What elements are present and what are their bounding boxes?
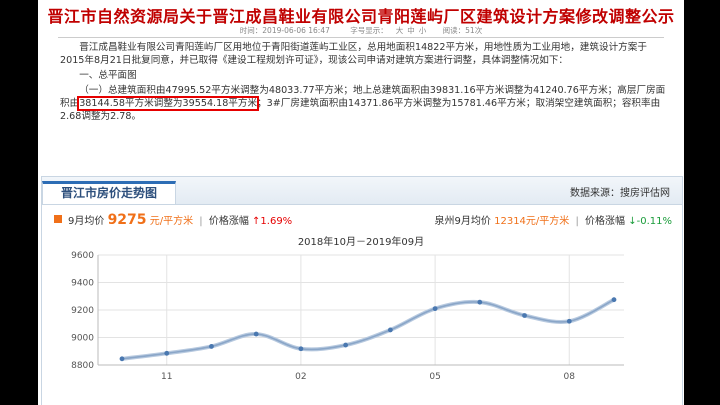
- data-point: [298, 346, 304, 352]
- y-tick-label: 9000: [71, 334, 94, 344]
- title-divider: [58, 37, 664, 38]
- local-price-unit: 元/平方米: [149, 216, 194, 227]
- x-tick-label: 02: [295, 372, 306, 382]
- x-tick-label: 08: [564, 372, 576, 382]
- font-size-label: 字号显示：: [350, 26, 388, 35]
- font-size-switcher: 字号显示： 大中小: [344, 26, 428, 35]
- publish-time: 时间：2019-06-06 16:47: [239, 26, 330, 35]
- data-point: [432, 306, 438, 312]
- data-point: [164, 350, 170, 356]
- y-tick-label: 9600: [71, 251, 94, 261]
- y-tick-label: 9200: [71, 306, 94, 316]
- local-avg-price: 9275: [107, 212, 147, 228]
- widget-header: 晋江市房价走势图 数据来源：搜房评估网: [42, 177, 682, 205]
- local-month-label: 9月均价: [68, 216, 105, 227]
- orange-square-icon: [54, 215, 62, 223]
- price-trend-widget: 晋江市房价走势图 数据来源：搜房评估网 9月均价 9275 元/平方米 | 价格…: [41, 176, 683, 405]
- y-tick-label: 8800: [71, 361, 94, 371]
- font-size-large[interactable]: 大: [396, 26, 404, 35]
- compare-label: 泉州9月均价: [434, 216, 491, 227]
- local-change-value: ↑1.69%: [252, 216, 293, 227]
- compare-change-label: 价格涨幅: [585, 216, 626, 227]
- paragraph-intro: 晋江成昌鞋业有限公司青阳莲屿厂区用地位于青阳街道莲屿工业区，总用地面积14822…: [60, 42, 647, 66]
- data-point: [387, 327, 393, 333]
- chart-title: 2018年10月－2019年09月: [298, 235, 424, 248]
- font-size-medium[interactable]: 中: [407, 26, 415, 35]
- article-body-para-3: （一）总建筑面积由47995.52平方米调整为48033.77平方米；地上总建筑…: [60, 84, 666, 123]
- compare-price-unit: 元/平方米: [525, 216, 570, 227]
- data-point: [209, 344, 214, 349]
- article-meta: 时间：2019-06-06 16:47 字号显示： 大中小 阅读：51次: [38, 25, 684, 36]
- section-heading: 一、总平面图: [79, 70, 137, 81]
- data-point: [119, 356, 125, 362]
- article-body-para-1: 晋江成昌鞋业有限公司青阳莲屿厂区用地位于青阳街道莲屿工业区，总用地面积14822…: [60, 41, 666, 67]
- price-summary: 9月均价 9275 元/平方米 | 价格涨幅 ↑1.69% 泉州9月均价 123…: [42, 211, 682, 229]
- data-point: [253, 331, 259, 337]
- local-price-summary: 9月均价 9275 元/平方米 | 价格涨幅 ↑1.69%: [68, 212, 292, 228]
- article-page: 晋江市自然资源局关于晋江成昌鞋业有限公司青阳莲屿厂区建筑设计方案修改调整公示 时…: [38, 0, 684, 405]
- page-title: 晋江市自然资源局关于晋江成昌鞋业有限公司青阳莲屿厂区建筑设计方案修改调整公示: [47, 7, 675, 26]
- data-point: [522, 313, 527, 318]
- separator: |: [199, 216, 203, 227]
- data-point: [611, 297, 617, 303]
- compare-change-value: ↓-0.11%: [628, 216, 672, 227]
- font-size-small[interactable]: 小: [419, 26, 427, 35]
- data-source: 数据来源：搜房评估网: [570, 188, 670, 199]
- data-point: [343, 342, 349, 348]
- highlighted-area-change: 38144.58平方米调整为39554.18平方米: [77, 96, 260, 111]
- paragraph-area-changes: （一）总建筑面积由47995.52平方米调整为48033.77平方米；地上总建筑…: [60, 84, 666, 123]
- y-tick-label: 9400: [71, 279, 94, 289]
- data-point: [566, 318, 572, 324]
- x-tick-label: 05: [429, 372, 440, 382]
- compare-avg-price: 12314: [494, 216, 526, 227]
- view-count: 阅读：51次: [442, 26, 483, 35]
- article-body-para-2: 一、总平面图: [60, 69, 666, 82]
- widget-tab-title[interactable]: 晋江市房价走势图: [42, 181, 176, 204]
- local-change-label: 价格涨幅: [208, 216, 249, 227]
- price-trend-chart: 2018年10月－2019年09月 8800 9000 9200 9400 9600 11 0…: [71, 235, 624, 382]
- series-line: [121, 298, 615, 360]
- separator: |: [575, 216, 579, 227]
- compare-price-summary: 泉州9月均价 12314元/平方米 | 价格涨幅 ↓-0.11%: [435, 212, 672, 227]
- x-tick-label: 11: [161, 372, 172, 382]
- data-point: [477, 299, 483, 305]
